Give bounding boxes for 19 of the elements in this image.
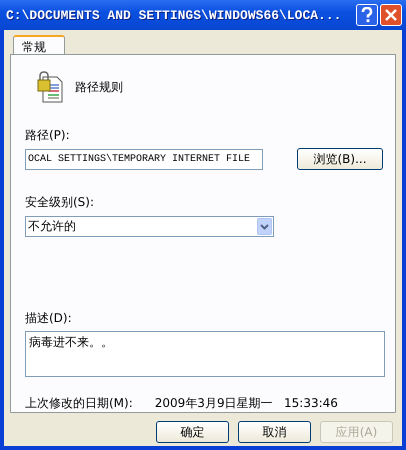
help-button[interactable] [356, 4, 378, 26]
modified-date: 2009年3月9日星期一 15:33:46 [154, 395, 338, 412]
description-field[interactable]: 病毒进不来。。 [25, 330, 385, 377]
path-field[interactable]: OCAL SETTINGS\TEMPORARY INTERNET FILE [25, 148, 263, 170]
locked-document-icon [37, 71, 63, 103]
question-mark-icon [360, 7, 374, 23]
browse-button[interactable]: 浏览(B)... [297, 148, 383, 170]
field-label: 安全级别(S): [25, 194, 96, 211]
tab[interactable]: 常规 [13, 35, 65, 54]
rule-name: 路径规则 [75, 78, 123, 96]
close-button[interactable] [380, 4, 402, 26]
modified-label: 上次修改的日期(M): [25, 395, 133, 412]
security-level-dropdown[interactable]: 不允许的 [25, 216, 274, 237]
dialog-button[interactable]: 确定 [156, 421, 229, 443]
field-label: 路径(P): [25, 127, 71, 144]
dialog-button[interactable]: 取消 [238, 421, 311, 443]
window-title: C:\DOCUMENTS AND SETTINGS\WINDOWS66\LOCA... [6, 8, 342, 22]
close-icon [385, 9, 397, 21]
field-label: 描述(D): [25, 310, 73, 327]
